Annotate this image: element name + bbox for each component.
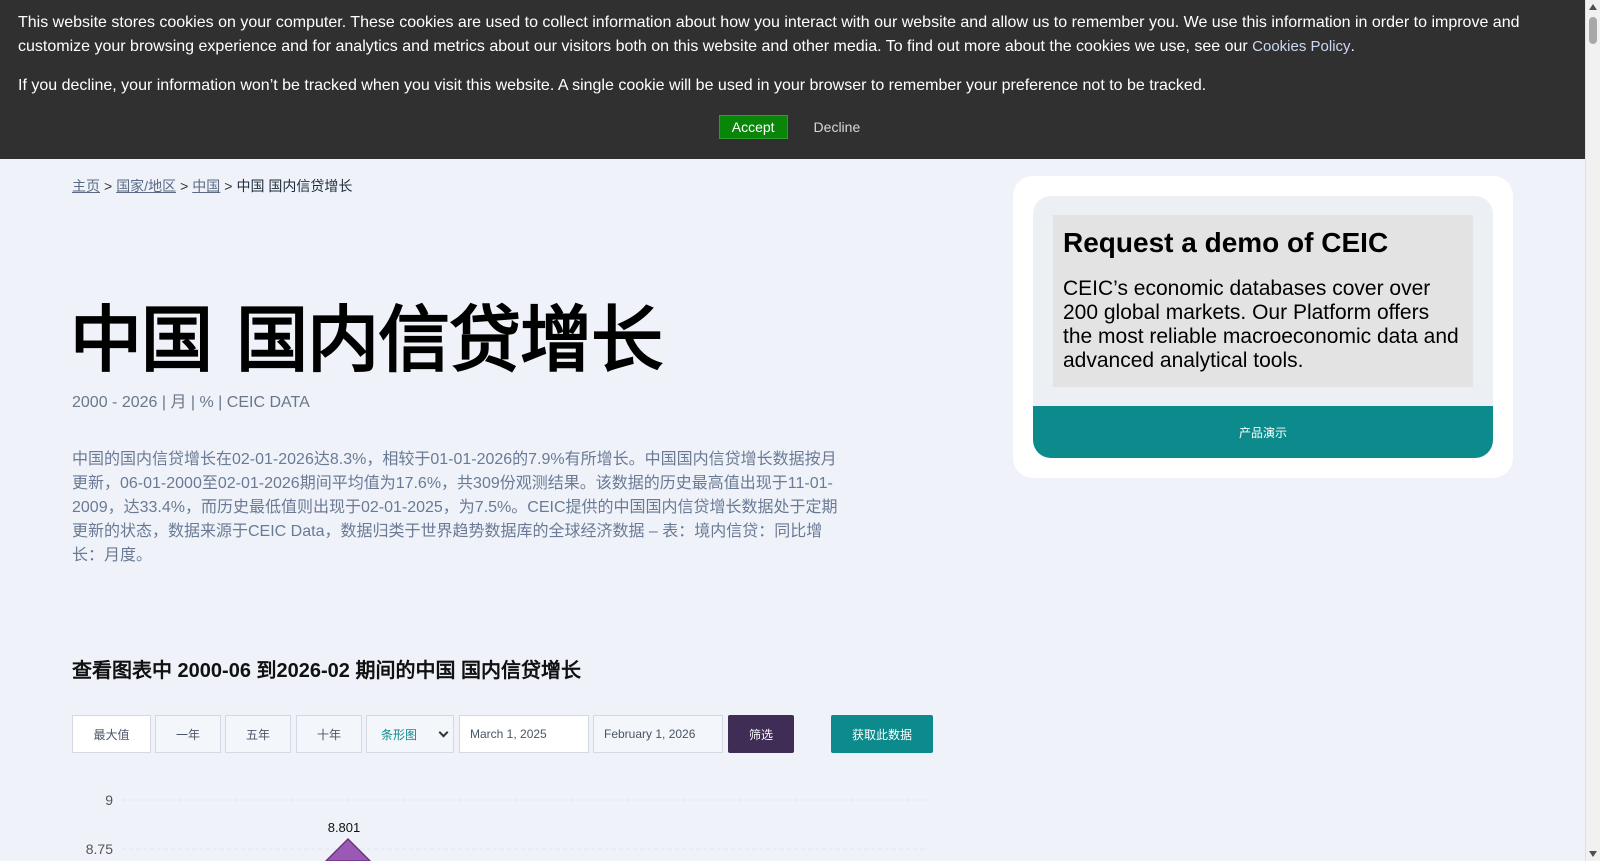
breadcrumb-current: 中国 国内信贷增长 — [236, 178, 353, 194]
range-max-button[interactable]: 最大值 — [72, 715, 151, 753]
page-scrollbar[interactable] — [1585, 0, 1600, 861]
page-subtitle: 2000 - 2026 | 月 | % | CEIC DATA — [72, 394, 310, 411]
demo-card-body: CEIC’s economic databases cover over 200… — [1063, 277, 1459, 372]
breadcrumb-home-link[interactable]: 主页 — [72, 178, 100, 194]
range-1y-button[interactable]: 一年 — [155, 715, 221, 753]
breadcrumb-countries-link[interactable]: 国家/地区 — [116, 178, 176, 194]
breadcrumb-separator: > — [180, 178, 189, 194]
breadcrumb: 主页 > 国家/地区 > 中国 > 中国 国内信贷增长 — [72, 176, 352, 196]
y-tick-label: 8.75 — [86, 841, 113, 857]
cookie-text-1: This website stores cookies on your comp… — [18, 14, 1520, 55]
y-tick-label: 9 — [105, 792, 113, 808]
filter-button[interactable]: 筛选 — [728, 715, 794, 753]
end-date-input[interactable]: February 1, 2026 — [593, 715, 723, 753]
chart-series-area — [324, 837, 372, 861]
get-data-button[interactable]: 获取此数据 — [831, 715, 933, 753]
breadcrumb-separator: > — [104, 178, 113, 194]
chart-section-title: 查看图表中 2000-06 到2026-02 期间的中国 国内信贷增长 — [72, 660, 582, 682]
decline-button[interactable]: Decline — [808, 116, 867, 138]
start-date-input[interactable]: March 1, 2025 — [459, 715, 589, 753]
accept-button[interactable]: Accept — [718, 115, 788, 139]
chart-type-select[interactable]: 条形图 — [366, 715, 454, 753]
scroll-down-icon[interactable] — [1589, 851, 1597, 857]
chart-type-value: 条形图 — [381, 727, 418, 742]
demo-card: Request a demo of CEIC CEIC’s economic d… — [1033, 196, 1493, 458]
chevron-down-icon — [438, 727, 449, 737]
range-10y-button[interactable]: 十年 — [296, 715, 362, 753]
demo-card-content: Request a demo of CEIC CEIC’s economic d… — [1053, 215, 1473, 387]
cookie-text-2: If you decline, your information won’t b… — [18, 77, 1207, 94]
product-demo-button[interactable]: 产品演示 — [1033, 406, 1493, 458]
page-title: 中国 国内信贷增长 — [70, 298, 663, 382]
page-description: 中国的国内信贷增长在02-01-2026达8.3%，相较于01-01-2026的… — [72, 451, 838, 564]
cookies-policy-link[interactable]: Cookies Policy — [1252, 38, 1350, 55]
range-5y-button[interactable]: 五年 — [225, 715, 291, 753]
cookie-banner: This website stores cookies on your comp… — [0, 0, 1585, 159]
breadcrumb-china-link[interactable]: 中国 — [192, 178, 220, 194]
data-label: 8.801 — [328, 820, 361, 835]
breadcrumb-separator: > — [224, 178, 233, 194]
scrollbar-thumb[interactable] — [1589, 17, 1597, 44]
scroll-up-icon[interactable] — [1589, 4, 1597, 10]
demo-card-heading: Request a demo of CEIC — [1063, 227, 1389, 258]
cookie-buttons: Accept Decline — [0, 115, 1585, 139]
credit-growth-chart: 9 8.75 8.801 — [86, 792, 928, 861]
